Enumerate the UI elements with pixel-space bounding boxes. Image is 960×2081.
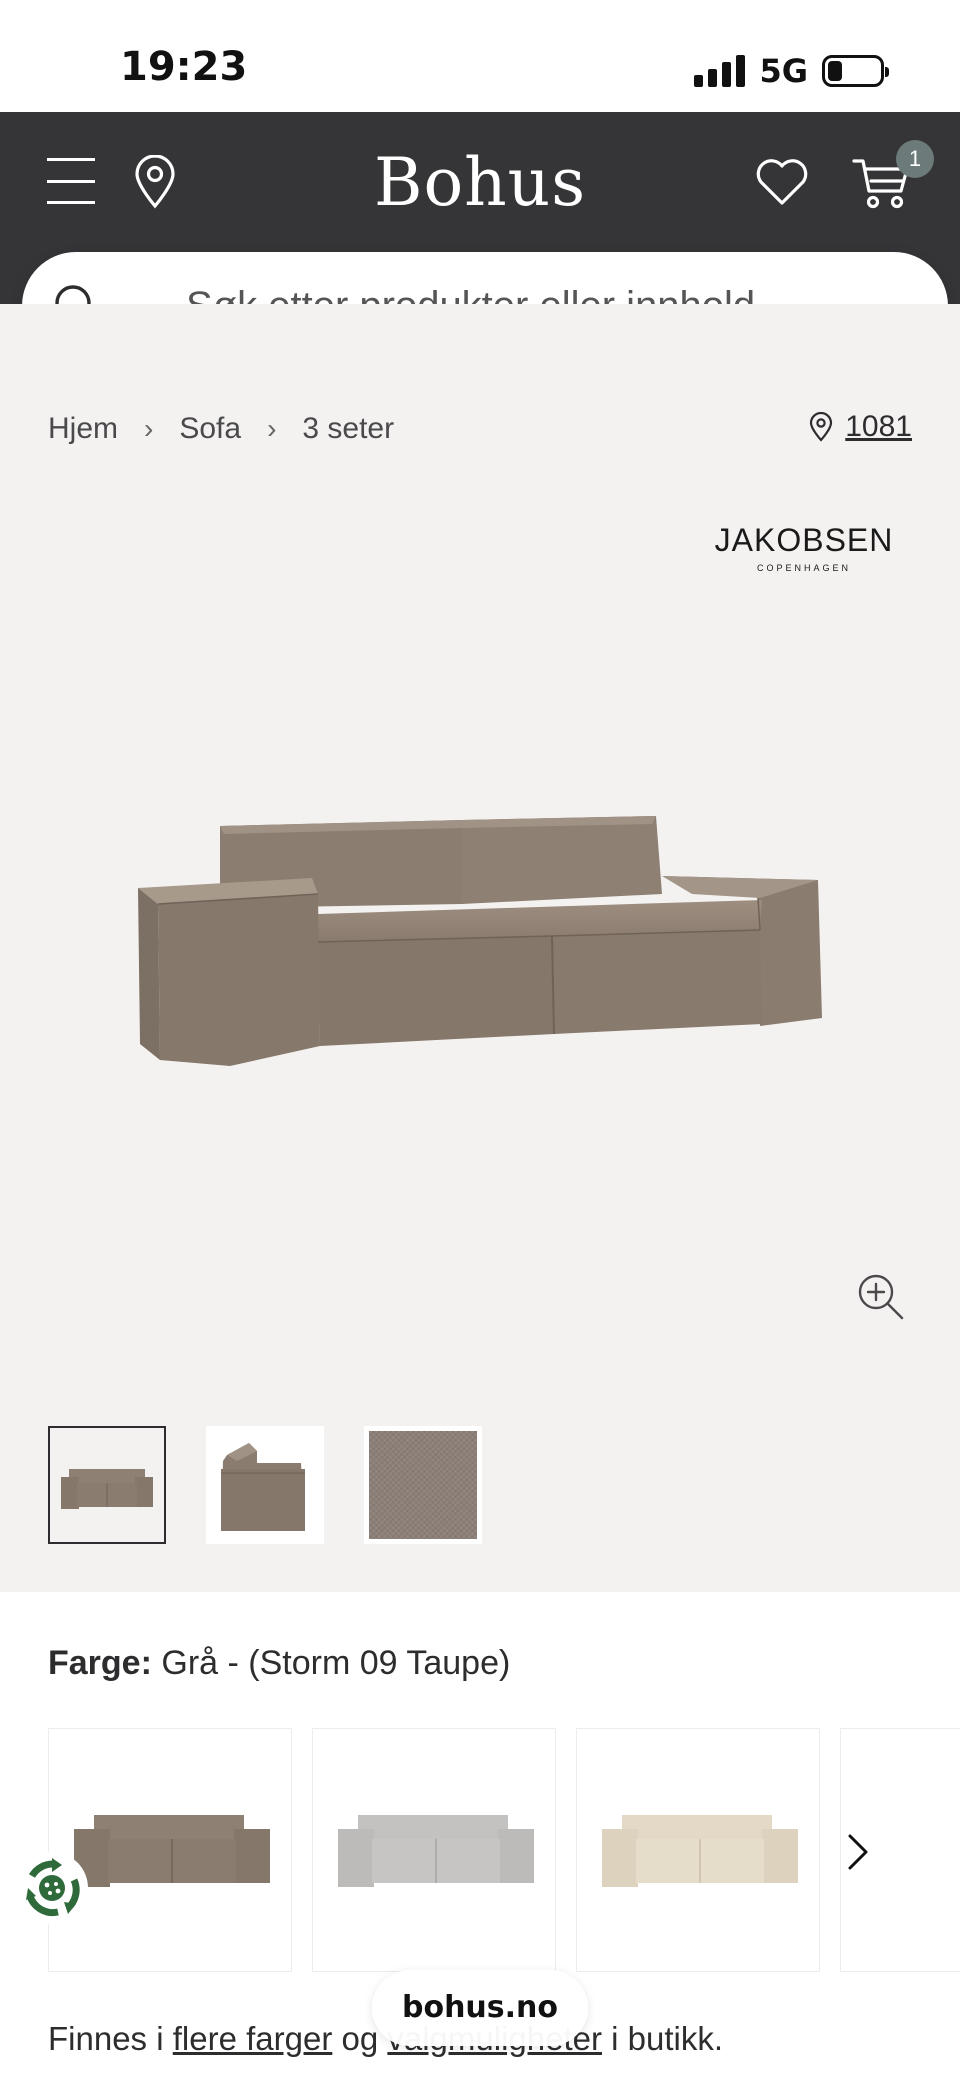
brand-logo[interactable]: JAKOBSEN COPENHAGEN <box>714 522 894 573</box>
image-thumbnails <box>48 1426 482 1544</box>
thumbnail-front[interactable] <box>48 1426 166 1544</box>
color-option-grey[interactable] <box>312 1728 556 1972</box>
color-options <box>48 1728 960 1972</box>
more-colors-link[interactable]: flere farger <box>173 2020 333 2057</box>
store-code[interactable]: 1081 <box>845 410 912 444</box>
wishlist-button[interactable] <box>754 154 810 210</box>
chevron-right-icon: › <box>144 413 154 444</box>
color-option-beige[interactable] <box>576 1728 820 1972</box>
color-label-title: Farge: <box>48 1644 152 1682</box>
color-label-value: Grå - (Storm 09 Taupe) <box>161 1644 511 1682</box>
status-indicators: 5G <box>694 52 889 90</box>
signal-icon <box>694 55 746 87</box>
brand-subtitle: COPENHAGEN <box>756 563 851 573</box>
status-bar: 19:23 5G <box>0 0 960 112</box>
selected-store[interactable]: 1081 <box>809 410 912 444</box>
cart-count-badge: 1 <box>896 140 934 178</box>
breadcrumb-item-sofa[interactable]: Sofa <box>179 412 241 446</box>
site-logo[interactable]: Bohus <box>0 144 960 221</box>
zoom-in-icon[interactable] <box>856 1272 906 1322</box>
thumbnail-fabric[interactable] <box>364 1426 482 1544</box>
availability-middle: og <box>341 2020 379 2057</box>
battery-icon <box>822 55 889 87</box>
breadcrumb-item-3-seter[interactable]: 3 seter <box>302 412 394 446</box>
status-time: 19:23 <box>120 44 248 90</box>
color-label: Farge: Grå - (Storm 09 Taupe) <box>48 1644 510 1683</box>
brand-name: JAKOBSEN <box>714 522 894 558</box>
recycle-icon[interactable] <box>14 1850 90 1926</box>
product-image[interactable] <box>132 804 832 1104</box>
availability-suffix: i butikk. <box>611 2020 724 2057</box>
chevron-right-icon: › <box>267 413 277 444</box>
location-pin-icon <box>810 412 833 442</box>
heart-icon <box>756 159 808 205</box>
fabric-swatch <box>369 1431 477 1539</box>
thumbnail-side[interactable] <box>206 1426 324 1544</box>
color-next-button[interactable] <box>836 1812 880 1892</box>
product-media: Hjem › Sofa › 3 seter 1081 JAKOBSEN COPE… <box>0 304 960 1592</box>
breadcrumb: Hjem › Sofa › 3 seter <box>48 412 394 446</box>
availability-prefix: Finnes i <box>48 2020 164 2057</box>
breadcrumb-item-home[interactable]: Hjem <box>48 412 118 446</box>
network-label: 5G <box>759 52 808 90</box>
chevron-right-icon <box>848 1834 868 1870</box>
url-bar[interactable]: bohus.no <box>372 1970 588 2046</box>
